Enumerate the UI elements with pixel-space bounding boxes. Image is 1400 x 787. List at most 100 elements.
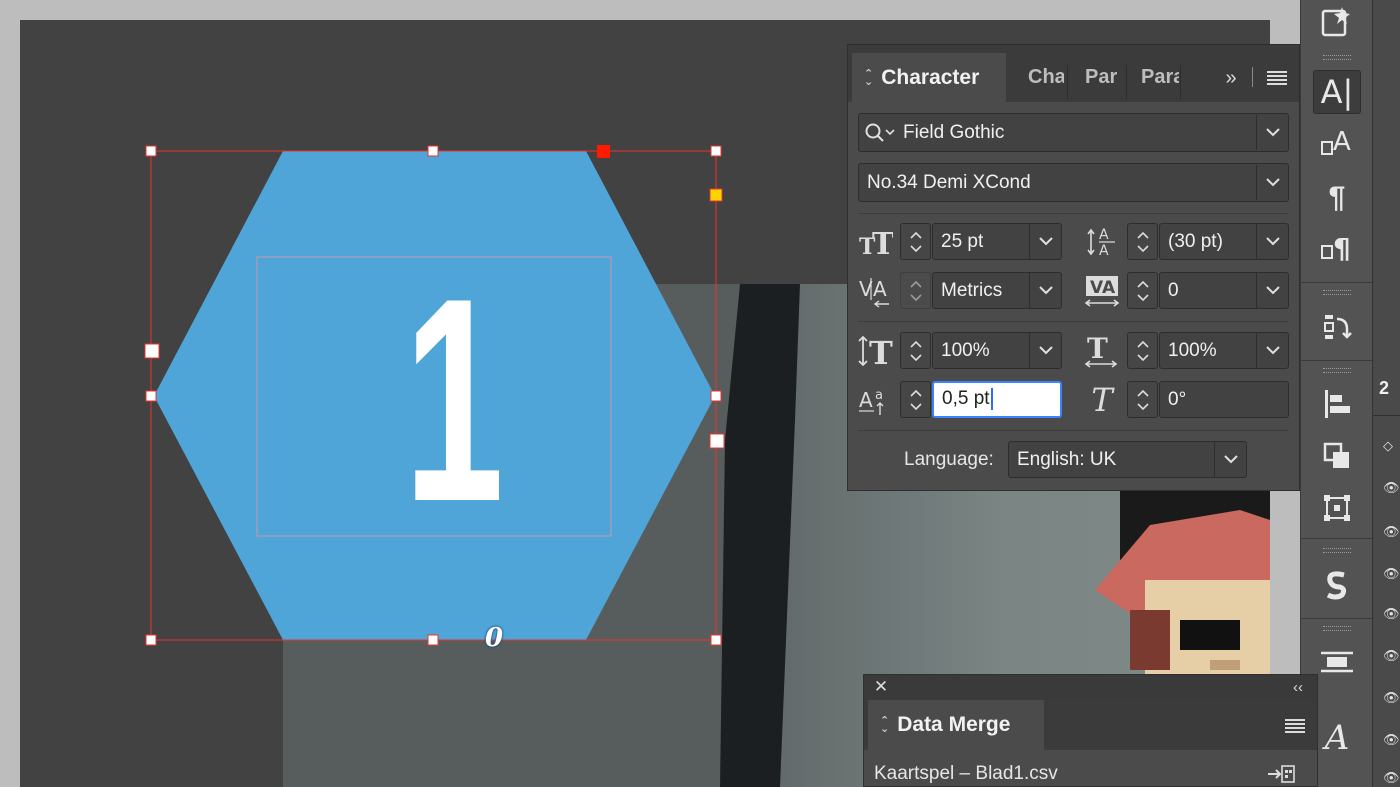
font-size-stepper[interactable] [900, 223, 931, 260]
cc-libraries-icon[interactable] [1313, 0, 1361, 44]
horizontal-scale-field[interactable]: 100% [1159, 332, 1289, 369]
transform-icon[interactable] [1313, 486, 1361, 530]
text-caret [990, 388, 993, 411]
font-family-field[interactable]: Field Gothic [858, 113, 1289, 152]
kerning-stepper[interactable] [900, 272, 931, 309]
language-select[interactable]: English: UK [1008, 441, 1247, 478]
chevron-down-icon[interactable] [1029, 273, 1061, 308]
skew-stepper[interactable] [1127, 381, 1158, 418]
visibility-eye-icon[interactable]: 👁 [1383, 480, 1400, 496]
visibility-eye-icon[interactable]: 👁 [1383, 690, 1400, 706]
svg-text:a: a [875, 388, 883, 403]
chevron-down-icon[interactable] [1256, 165, 1288, 200]
text-wrap-icon[interactable] [1313, 305, 1361, 349]
baseline-shift-field[interactable]: 0,5 pt [932, 381, 1062, 418]
horizontal-scale-icon: T [1084, 332, 1120, 369]
paragraph-styles-icon[interactable]: ¶ [1313, 226, 1361, 270]
tab-paragraph[interactable]: Par [1085, 53, 1125, 102]
panel-menu-icon[interactable] [1284, 716, 1306, 736]
leading-icon: AA [1084, 223, 1120, 260]
character-styles-icon[interactable]: A [1313, 122, 1361, 166]
vertical-scale-field[interactable]: 100% [932, 332, 1062, 369]
leading-stepper[interactable] [1127, 223, 1158, 260]
collapse-icon[interactable]: ‹‹ [1288, 678, 1308, 696]
panel-menu-icon[interactable] [1266, 67, 1288, 89]
font-style-field[interactable]: No.34 Demi XCond [858, 163, 1289, 202]
kerning-icon: VA [858, 272, 894, 309]
layers-panel-edge: 2 ◇ 👁 👁 👁 👁 👁 👁 👁 👁 [1372, 0, 1400, 787]
merge-field-icon[interactable]: 0 [485, 623, 507, 653]
live-corner-handle [709, 188, 723, 202]
tab-paragraph-styles[interactable]: Para [1141, 53, 1179, 102]
panel-tab-bar: ⌃ ⌄ Data Merge [864, 700, 1317, 750]
panel-grip[interactable] [1323, 368, 1351, 373]
close-icon[interactable]: ✕ [872, 677, 890, 696]
hexagon-number[interactable]: 1 [404, 250, 504, 550]
panel-grab-icon[interactable]: ◇ [1383, 438, 1393, 454]
chevron-down-icon[interactable] [1214, 442, 1246, 477]
baseline-shift-stepper[interactable] [900, 381, 931, 418]
glyphs-icon[interactable]: A [1313, 716, 1361, 760]
chevron-down-icon[interactable] [1256, 224, 1288, 259]
visibility-eye-icon[interactable]: 👁 [1383, 566, 1400, 582]
vertical-scale-stepper[interactable] [900, 332, 931, 369]
data-merge-icon[interactable] [1313, 563, 1361, 607]
svg-text:VA: VA [1090, 278, 1116, 298]
expand-tabs-icon[interactable]: » [1220, 65, 1242, 91]
tab-character[interactable]: ⌃ ⌄ Character [852, 53, 1006, 102]
svg-text:T: T [869, 334, 893, 368]
svg-text:A: A [1099, 243, 1109, 259]
import-data-source-icon[interactable] [1266, 763, 1296, 785]
svg-text:A: A [873, 277, 887, 301]
panel-grip[interactable] [1323, 626, 1351, 631]
baseline-shift-icon: Aa [858, 381, 894, 418]
visibility-eye-icon[interactable]: 👁 [1383, 732, 1400, 748]
object-styles-icon[interactable] [1313, 640, 1361, 684]
search-icon[interactable] [859, 115, 903, 151]
panel-top-bar: ✕ ‹‹ [864, 675, 1317, 700]
tab-data-merge[interactable]: ⌃ ⌄ Data Merge [868, 700, 1044, 750]
panel-grip[interactable] [1323, 55, 1351, 60]
tracking-field[interactable]: 0 [1159, 272, 1289, 309]
partial-number: 2 [1379, 378, 1390, 398]
svg-text:¶: ¶ [1333, 232, 1351, 265]
tracking-icon: VA [1084, 272, 1120, 309]
paragraph-icon[interactable]: ¶ [1313, 176, 1361, 220]
character-panel-icon[interactable]: A| [1313, 70, 1361, 114]
chevron-down-icon[interactable] [1029, 333, 1061, 368]
pathfinder-icon[interactable] [1313, 434, 1361, 478]
svg-text:A: A [1099, 227, 1109, 243]
tab-character-styles[interactable]: Cha [1028, 53, 1064, 102]
panel-grip[interactable] [1323, 548, 1351, 553]
chevron-down-icon[interactable] [1256, 273, 1288, 308]
out-port-handle [597, 145, 610, 158]
svg-text:A: A [1333, 127, 1351, 157]
visibility-eye-icon[interactable]: 👁 [1383, 606, 1400, 622]
chevron-down-icon[interactable] [1029, 224, 1061, 259]
data-merge-panel: ✕ ‹‹ ⌃ ⌄ Data Merge Kaartspel – Blad1.csv [863, 674, 1318, 787]
svg-text:A: A [859, 388, 873, 412]
chevron-down-icon[interactable] [1256, 333, 1288, 368]
tab-grab-icon: ⌃ ⌄ [864, 67, 874, 88]
skew-icon: T [1091, 380, 1113, 419]
tools-panel-strip: A| A ¶ ¶ A [1300, 0, 1373, 787]
visibility-eye-icon[interactable]: 👁 [1383, 770, 1400, 786]
data-source-file: Kaartspel – Blad1.csv [874, 763, 1058, 784]
vertical-scale-icon: T [858, 332, 894, 369]
kerning-field[interactable]: Metrics [932, 272, 1062, 309]
skew-field[interactable]: 0° [1159, 381, 1289, 418]
horizontal-scale-stepper[interactable] [1127, 332, 1158, 369]
language-label: Language: [904, 448, 994, 470]
panel-tab-bar: ⌃ ⌄ Character Cha Par Para » [848, 45, 1299, 102]
visibility-eye-icon[interactable]: 👁 [1383, 524, 1400, 540]
svg-text:T: T [872, 227, 893, 257]
tab-grab-icon: ⌃ ⌄ [880, 715, 890, 735]
tracking-stepper[interactable] [1127, 272, 1158, 309]
panel-grip[interactable] [1323, 290, 1351, 295]
svg-text:T: T [1087, 334, 1108, 365]
align-icon[interactable] [1313, 382, 1361, 426]
leading-field[interactable]: (30 pt) [1159, 223, 1289, 260]
visibility-eye-icon[interactable]: 👁 [1383, 648, 1400, 664]
font-size-field[interactable]: 25 pt [932, 223, 1062, 260]
chevron-down-icon[interactable] [1256, 115, 1288, 150]
